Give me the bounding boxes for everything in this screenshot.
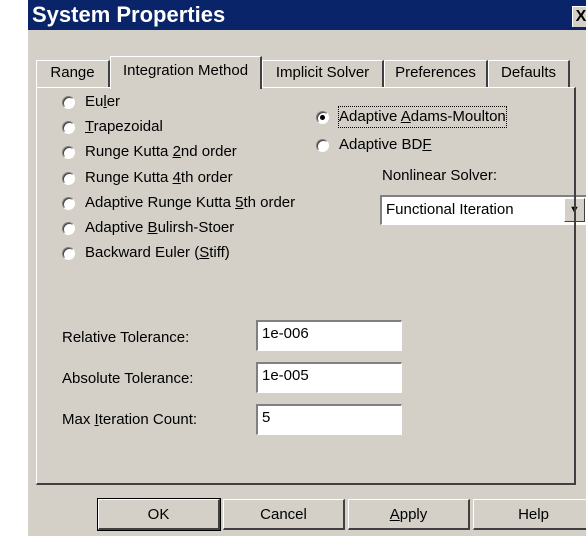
close-button[interactable]: X bbox=[572, 6, 586, 27]
ok-button[interactable]: OK bbox=[97, 498, 221, 531]
title-bar[interactable]: System Properties X bbox=[28, 0, 586, 30]
tab-implicit-solver[interactable]: Implicit Solver bbox=[262, 60, 384, 87]
apply-button[interactable]: Apply bbox=[348, 499, 470, 530]
tab-defaults[interactable]: Defaults bbox=[488, 60, 570, 87]
window-title: System Properties bbox=[32, 2, 226, 27]
tab-range[interactable]: Range bbox=[36, 60, 110, 87]
tab-integration-method[interactable]: Integration Method bbox=[110, 56, 262, 89]
tab-preferences[interactable]: Preferences bbox=[384, 60, 488, 87]
help-button[interactable]: Help bbox=[473, 499, 586, 530]
cancel-button[interactable]: Cancel bbox=[223, 499, 345, 530]
system-properties-dialog: System Properties X Range Integration Me… bbox=[28, 0, 586, 536]
integration-method-panel bbox=[36, 87, 576, 485]
